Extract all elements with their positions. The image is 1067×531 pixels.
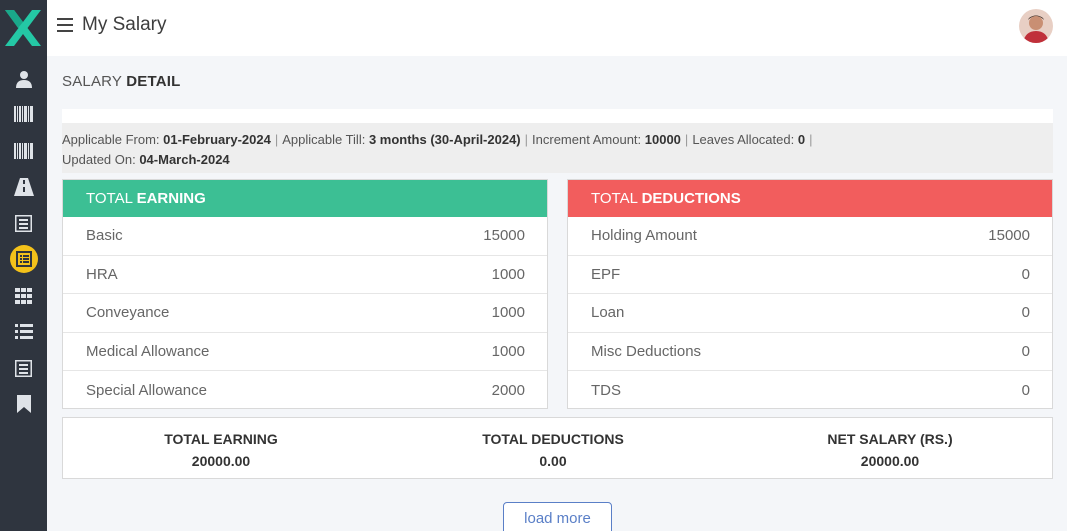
table-row: Loan 0	[568, 294, 1052, 333]
separator: |	[274, 132, 279, 147]
document-icon	[15, 214, 32, 232]
applicable-from-label: Applicable From:	[62, 132, 164, 147]
road-icon	[13, 178, 34, 196]
table-row: Medical Allowance 1000	[63, 333, 547, 371]
divider	[62, 109, 1053, 123]
top-bar: My Salary	[47, 0, 1067, 56]
barcode-icon	[14, 106, 33, 122]
bookmark-icon	[16, 395, 31, 413]
sidebar-item-document-1[interactable]	[0, 205, 47, 241]
barcode-icon	[14, 143, 33, 159]
totals-summary: TOTAL EARNING 20000.00 TOTAL DEDUCTIONS …	[62, 417, 1053, 479]
table-row: Holding Amount 15000	[568, 217, 1052, 256]
total-earning: TOTAL EARNING 20000.00	[164, 431, 278, 469]
load-more-button[interactable]: load more	[503, 502, 612, 531]
table-row: TDS 0	[591, 381, 1030, 399]
deductions-card: TOTAL DEDUCTIONS Holding Amount 15000 EPF…	[567, 179, 1053, 409]
sidebar-item-road[interactable]	[0, 169, 47, 205]
user-icon	[15, 70, 33, 88]
applicable-from-value: 01-February-2024	[163, 132, 271, 147]
list-icon	[14, 324, 33, 340]
separator: |	[684, 132, 689, 147]
updated-label: Updated On:	[62, 152, 140, 167]
separator: |	[524, 132, 529, 147]
sidebar-item-profile[interactable]	[0, 61, 47, 97]
page-title: My Salary	[82, 14, 167, 35]
grid-icon	[15, 288, 32, 304]
earning-card: TOTAL EARNING Basic 15000 HRA 1000 Conveya…	[62, 179, 548, 409]
sidebar-item-barcode-1[interactable]	[0, 96, 47, 132]
section-title: SALARY DETAIL	[62, 73, 181, 90]
menu-icon[interactable]	[57, 18, 73, 32]
table-row: Misc Deductions 0	[568, 333, 1052, 371]
table-row: Basic 15000	[63, 217, 547, 256]
applicable-till-label: Applicable Till:	[282, 132, 369, 147]
updated-value: 04-March-2024	[139, 152, 230, 167]
salary-info: Applicable From: 01-February-2024 | Applic…	[62, 123, 1053, 173]
earning-header: TOTAL EARNING	[63, 180, 547, 217]
sidebar-item-barcode-2[interactable]	[0, 133, 47, 169]
applicable-till-value: 3 months (30-April-2024)	[368, 132, 521, 147]
avatar[interactable]	[1019, 9, 1053, 43]
sidebar-item-document-2[interactable]	[0, 350, 47, 386]
sidebar-item-salary[interactable]	[0, 241, 47, 277]
deductions-header: TOTAL DEDUCTIONS	[568, 180, 1052, 217]
app-logo[interactable]	[5, 10, 41, 46]
sidebar-item-bookmark[interactable]	[0, 386, 47, 422]
sidebar	[0, 0, 47, 531]
document-icon	[15, 359, 32, 377]
sidebar-item-list[interactable]	[0, 314, 47, 350]
net-salary: NET SALARY (RS.) 20000.00	[827, 431, 953, 469]
table-row: EPF 0	[568, 256, 1052, 294]
table-row: Special Allowance 2000	[86, 381, 525, 399]
separator: |	[809, 132, 813, 147]
increment-value: 10000	[644, 132, 681, 147]
total-deductions: TOTAL DEDUCTIONS 0.00	[482, 431, 624, 469]
leaves-label: Leaves Allocated:	[692, 132, 798, 147]
increment-label: Increment Amount:	[532, 132, 645, 147]
leaves-value: 0	[797, 132, 806, 147]
sidebar-item-grid[interactable]	[0, 278, 47, 314]
table-row: HRA 1000	[63, 256, 547, 294]
table-row: Conveyance 1000	[63, 294, 547, 333]
list-alt-icon	[9, 245, 38, 273]
